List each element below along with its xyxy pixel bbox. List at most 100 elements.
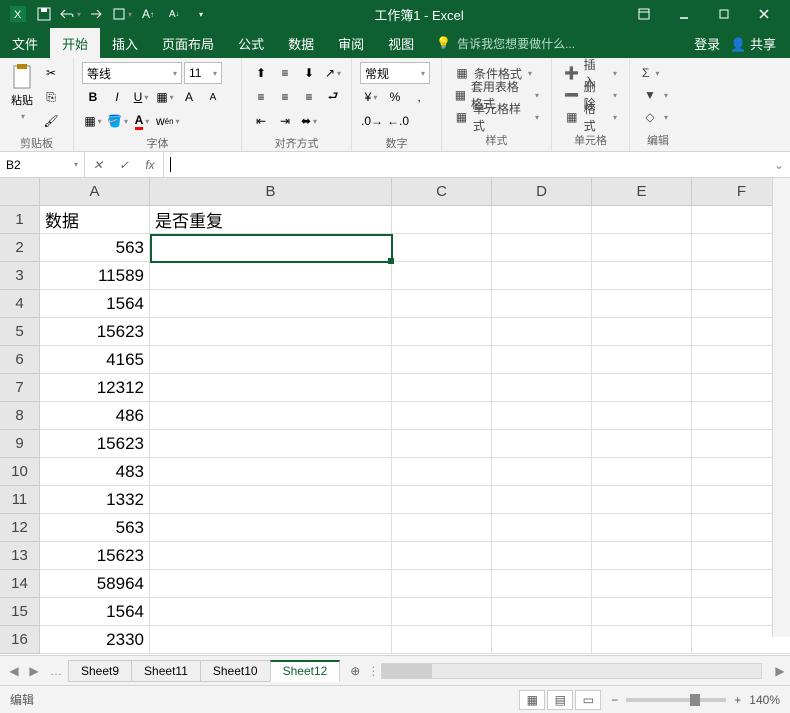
close-icon[interactable] xyxy=(746,1,782,27)
cell-C16[interactable] xyxy=(392,626,492,654)
zoom-level[interactable]: 140% xyxy=(749,693,780,707)
cell-A16[interactable]: 2330 xyxy=(40,626,150,654)
italic-button[interactable]: I xyxy=(106,86,128,108)
name-box[interactable]: B2▾ xyxy=(0,152,85,177)
cell-B12[interactable] xyxy=(150,514,392,542)
cell-E12[interactable] xyxy=(592,514,692,542)
align-bottom-icon[interactable]: ⬇ xyxy=(298,62,320,84)
percent-icon[interactable]: % xyxy=(384,86,406,108)
wrap-text-icon[interactable]: ⮐ xyxy=(322,86,344,108)
tab-home[interactable]: 开始 xyxy=(50,28,100,58)
bold-button[interactable]: B xyxy=(82,86,104,108)
cell-B16[interactable] xyxy=(150,626,392,654)
cell-E3[interactable] xyxy=(592,262,692,290)
cell-B11[interactable] xyxy=(150,486,392,514)
row-header-4[interactable]: 4 xyxy=(0,290,40,318)
cell-A2[interactable]: 563 xyxy=(40,234,150,262)
view-page-icon[interactable]: ▤ xyxy=(547,690,573,710)
cell-C10[interactable] xyxy=(392,458,492,486)
cell-A9[interactable]: 15623 xyxy=(40,430,150,458)
formula-bar[interactable] xyxy=(164,152,768,177)
cell-C11[interactable] xyxy=(392,486,492,514)
tab-formula[interactable]: 公式 xyxy=(226,28,276,58)
sheet-overflow-icon[interactable]: … xyxy=(44,664,68,678)
decimal-dec-icon[interactable]: ←.0 xyxy=(386,110,410,132)
row-header-13[interactable]: 13 xyxy=(0,542,40,570)
cell-B4[interactable] xyxy=(150,290,392,318)
tab-insert[interactable]: 插入 xyxy=(100,28,150,58)
autosum-button[interactable]: Σ▾ xyxy=(638,62,672,84)
cell-A12[interactable]: 563 xyxy=(40,514,150,542)
cell-A1[interactable]: 数据 xyxy=(40,206,150,234)
cell-E6[interactable] xyxy=(592,346,692,374)
cell-D14[interactable] xyxy=(492,570,592,598)
cell-E13[interactable] xyxy=(592,542,692,570)
cell-A7[interactable]: 12312 xyxy=(40,374,150,402)
row-header-16[interactable]: 16 xyxy=(0,626,40,654)
sheet-tab-Sheet11[interactable]: Sheet11 xyxy=(131,660,201,682)
cell-C12[interactable] xyxy=(392,514,492,542)
border2-button[interactable]: ▦▾ xyxy=(82,110,104,132)
cell-E7[interactable] xyxy=(592,374,692,402)
sheet-nav-prev-icon[interactable]: ◀ xyxy=(4,661,24,681)
comma-icon[interactable]: , xyxy=(408,86,430,108)
cell-C5[interactable] xyxy=(392,318,492,346)
format-cells-button[interactable]: ▦格式▾ xyxy=(560,106,621,128)
cell-B15[interactable] xyxy=(150,598,392,626)
sheet-tab-Sheet9[interactable]: Sheet9 xyxy=(68,660,132,682)
cell-B14[interactable] xyxy=(150,570,392,598)
currency-icon[interactable]: ¥▾ xyxy=(360,86,382,108)
font-a-button[interactable]: A xyxy=(178,86,200,108)
cell-D12[interactable] xyxy=(492,514,592,542)
format-painter-icon[interactable]: 🖌 xyxy=(40,110,62,132)
row-header-3[interactable]: 3 xyxy=(0,262,40,290)
cell-C1[interactable] xyxy=(392,206,492,234)
ribbon-options-icon[interactable] xyxy=(626,1,662,27)
indent-inc-icon[interactable]: ⇥ xyxy=(274,110,296,132)
row-header-9[interactable]: 9 xyxy=(0,430,40,458)
share-button[interactable]: 👤 共享 xyxy=(730,34,776,53)
row-header-10[interactable]: 10 xyxy=(0,458,40,486)
select-all-corner[interactable] xyxy=(0,178,40,206)
cell-A11[interactable]: 1332 xyxy=(40,486,150,514)
expand-formula-icon[interactable]: ⌄ xyxy=(768,152,790,177)
cell-D11[interactable] xyxy=(492,486,592,514)
decimal-inc-icon[interactable]: .0→ xyxy=(360,110,384,132)
cell-E4[interactable] xyxy=(592,290,692,318)
font-a2-button[interactable]: A xyxy=(202,86,224,108)
cell-B10[interactable] xyxy=(150,458,392,486)
cell-B1[interactable]: 是否重复 xyxy=(150,206,392,234)
row-header-6[interactable]: 6 xyxy=(0,346,40,374)
cell-A14[interactable]: 58964 xyxy=(40,570,150,598)
cell-B2[interactable] xyxy=(150,234,392,262)
sheet-tab-Sheet10[interactable]: Sheet10 xyxy=(200,660,271,682)
tab-review[interactable]: 审阅 xyxy=(326,28,376,58)
cell-E1[interactable] xyxy=(592,206,692,234)
row-header-2[interactable]: 2 xyxy=(0,234,40,262)
view-break-icon[interactable]: ▭ xyxy=(575,690,601,710)
row-header-15[interactable]: 15 xyxy=(0,598,40,626)
col-header-C[interactable]: C xyxy=(392,178,492,206)
tab-data[interactable]: 数据 xyxy=(276,28,326,58)
cell-D16[interactable] xyxy=(492,626,592,654)
cell-styles-button[interactable]: ▦单元格样式▾ xyxy=(450,106,543,128)
orientation-icon[interactable]: ↗▾ xyxy=(322,62,344,84)
cell-C4[interactable] xyxy=(392,290,492,318)
cell-D1[interactable] xyxy=(492,206,592,234)
phonetic-button[interactable]: wén▾ xyxy=(155,110,181,132)
cell-A10[interactable]: 483 xyxy=(40,458,150,486)
save-icon[interactable] xyxy=(32,3,56,25)
merge-icon[interactable]: ⬌▾ xyxy=(298,110,320,132)
cell-D13[interactable] xyxy=(492,542,592,570)
align-top-icon[interactable]: ⬆ xyxy=(250,62,272,84)
vertical-scrollbar[interactable] xyxy=(772,178,790,637)
cell-A3[interactable]: 11589 xyxy=(40,262,150,290)
zoom-in-icon[interactable]: + xyxy=(734,693,741,707)
cell-D4[interactable] xyxy=(492,290,592,318)
cell-A5[interactable]: 15623 xyxy=(40,318,150,346)
cell-D3[interactable] xyxy=(492,262,592,290)
font-size-combo[interactable]: 11▾ xyxy=(184,62,222,84)
cell-C6[interactable] xyxy=(392,346,492,374)
row-header-8[interactable]: 8 xyxy=(0,402,40,430)
cell-E16[interactable] xyxy=(592,626,692,654)
